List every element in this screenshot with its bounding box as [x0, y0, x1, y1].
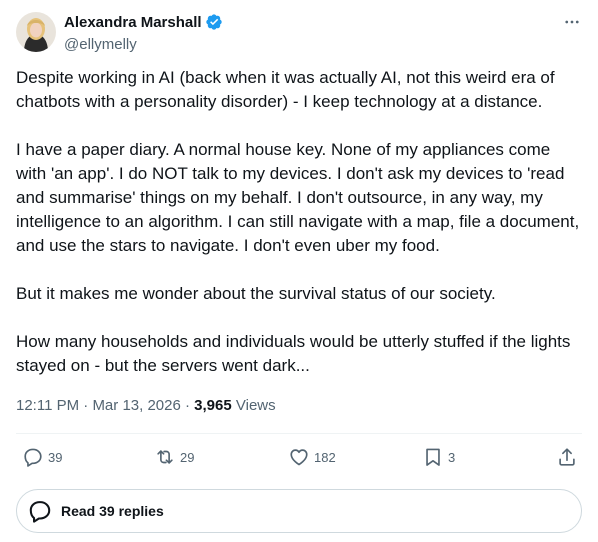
repost-arrows-icon	[157, 450, 173, 464]
share-upload-icon	[559, 448, 575, 466]
bookmark-button[interactable]: 3	[422, 446, 455, 468]
views-label: Views	[235, 397, 276, 414]
meta-separator: ·	[185, 397, 195, 414]
reply-count: 39	[48, 449, 63, 465]
tweet-time[interactable]: 12:11 PM	[16, 397, 79, 414]
speech-bubble-icon	[29, 501, 51, 523]
more-dots-icon[interactable]	[562, 12, 582, 32]
tweet-text: Despite working in AI (back when it was …	[16, 66, 582, 402]
repost-button[interactable]: 29	[154, 446, 194, 468]
speech-bubble-icon	[24, 448, 42, 467]
share-button[interactable]	[556, 446, 578, 468]
bookmark-count: 3	[448, 449, 456, 465]
tweet-header: Alexandra Marshall @ellymelly	[16, 10, 582, 54]
avatar[interactable]	[16, 12, 56, 52]
repost-count: 29	[180, 449, 195, 465]
views-count: 3,965	[194, 397, 232, 414]
like-count: 182	[314, 449, 336, 465]
read-replies-label: Read 39 replies	[61, 503, 164, 519]
handle[interactable]: @ellymelly	[64, 35, 223, 55]
heart-icon	[290, 449, 308, 466]
display-name[interactable]: Alexandra Marshall	[64, 14, 202, 31]
tweet-paragraph: I have a paper diary. A normal house key…	[16, 140, 580, 255]
like-button[interactable]: 182	[288, 446, 336, 468]
verified-badge-icon[interactable]	[205, 13, 223, 31]
tweet-paragraph: How many households and individuals woul…	[16, 332, 571, 375]
bookmark-icon	[426, 448, 440, 466]
reply-button[interactable]: 39	[22, 446, 62, 468]
action-bar: 39 29 182 3	[16, 434, 582, 482]
tweet-paragraph: But it makes me wonder about the surviva…	[16, 284, 496, 303]
tweet-meta: 12:11 PM · Mar 13, 2026 · 3,965 Views	[16, 396, 276, 416]
read-replies-button[interactable]: Read 39 replies	[16, 489, 582, 533]
author-info: Alexandra Marshall @ellymelly	[64, 12, 223, 55]
tweet-date[interactable]: Mar 13, 2026	[92, 397, 180, 414]
tweet-paragraph: Despite working in AI (back when it was …	[16, 68, 555, 111]
